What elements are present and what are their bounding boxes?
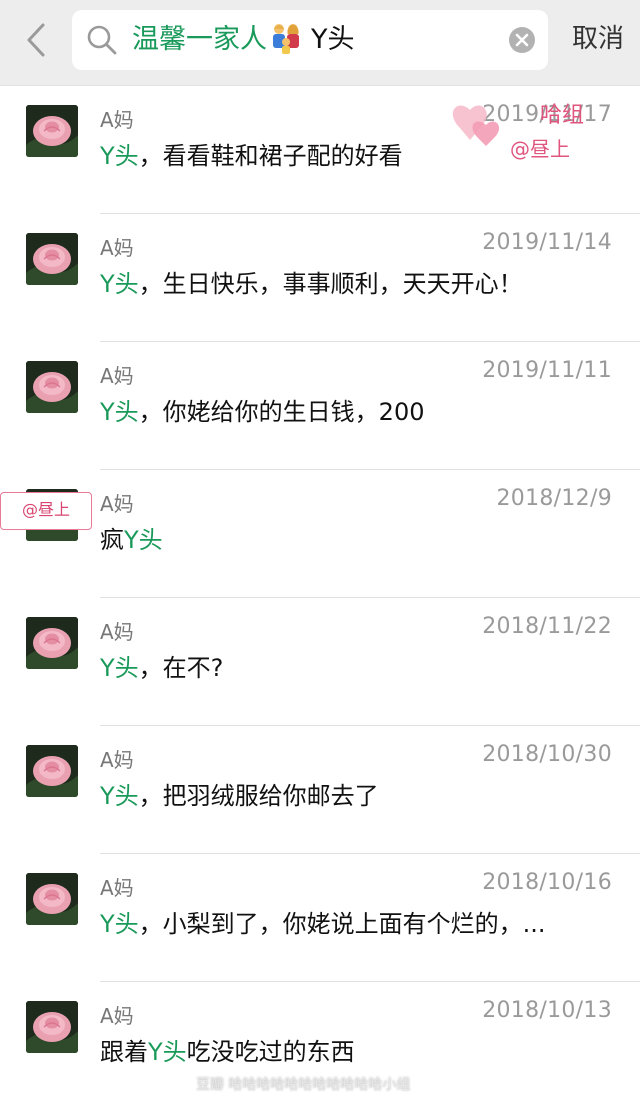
search-input[interactable]: 温馨一家人 Y头 <box>72 10 548 70</box>
heart-sticker: 哈组 @昼上 <box>452 103 584 161</box>
message-text: 跟着 <box>100 1038 148 1066</box>
family-emoji-icon <box>273 24 299 54</box>
message-preview: 疯Y头 <box>100 520 163 555</box>
highlight-keyword: Y头 <box>124 526 163 554</box>
search-query: 温馨一家人 Y头 <box>132 10 355 70</box>
list-item[interactable]: A妈 2018/11/22 Y头，在不? <box>0 598 640 726</box>
message-preview: Y头，小梨到了，你姥说上面有个烂的，... <box>100 904 546 939</box>
message-text: ，在不? <box>138 654 224 682</box>
sender-name: A妈 <box>100 364 134 388</box>
highlight-keyword: Y头 <box>100 398 139 426</box>
avatar <box>26 233 78 285</box>
sender-name: A妈 <box>100 876 134 900</box>
sender-name: A妈 <box>100 108 134 132</box>
list-item[interactable]: A妈 2018/10/16 Y头，小梨到了，你姥说上面有个烂的，... <box>0 854 640 982</box>
message-preview: Y头，在不? <box>100 648 223 683</box>
message-text: 疯 <box>100 526 124 554</box>
avatar <box>26 105 78 157</box>
message-text: ，生日快乐，事事顺利，天天开心！ <box>138 270 523 298</box>
message-preview: Y头，把羽绒服给你邮去了 <box>100 776 379 811</box>
highlight-keyword: Y头 <box>100 270 139 298</box>
sticker-text: 哈组 <box>540 103 584 128</box>
list-item[interactable]: A妈 2019/11/11 Y头，你姥给你的生日钱，200 <box>0 342 640 470</box>
highlight-keyword: Y头 <box>100 782 139 810</box>
clear-icon[interactable] <box>508 26 536 54</box>
list-item[interactable]: A妈 2018/12/9 疯Y头 <box>0 470 640 598</box>
highlight-keyword: Y头 <box>100 654 139 682</box>
chevron-left-icon[interactable] <box>18 18 54 62</box>
highlight-keyword: Y头 <box>148 1038 187 1066</box>
message-date: 2018/10/13 <box>482 998 612 1023</box>
message-preview: Y头，你姥给你的生日钱，200 <box>100 392 424 427</box>
sender-name: A妈 <box>100 1004 134 1028</box>
sender-name: A妈 <box>100 236 134 260</box>
message-preview: 跟着Y头吃没吃过的东西 <box>100 1032 355 1067</box>
sender-name: A妈 <box>100 620 134 644</box>
list-item[interactable]: A妈 2019/11/14 Y头，生日快乐，事事顺利，天天开心！ <box>0 214 640 342</box>
message-text: ，你姥给你的生日钱，200 <box>138 398 425 426</box>
message-text: 吃没吃过的东西 <box>186 1038 355 1066</box>
avatar <box>26 1001 78 1053</box>
message-date: 2018/12/9 <box>496 486 612 511</box>
search-term-group: 温馨一家人 <box>132 24 267 55</box>
search-icon <box>87 25 117 55</box>
sender-name: A妈 <box>100 492 134 516</box>
message-preview: Y头，生日快乐，事事顺利，天天开心！ <box>100 264 523 299</box>
list-item[interactable]: A妈 2018/10/30 Y头，把羽绒服给你邮去了 <box>0 726 640 854</box>
avatar <box>26 873 78 925</box>
message-text: ，把羽绒服给你邮去了 <box>138 782 379 810</box>
avatar <box>26 617 78 669</box>
message-date: 2018/11/22 <box>482 614 612 639</box>
highlight-keyword: Y头 <box>100 910 139 938</box>
message-date: 2018/10/30 <box>482 742 612 767</box>
highlight-keyword: Y头 <box>100 142 139 170</box>
cancel-button[interactable]: 取消 <box>566 0 630 80</box>
message-date: 2019/11/14 <box>482 230 612 255</box>
avatar <box>26 361 78 413</box>
avatar <box>26 745 78 797</box>
message-date: 2019/11/11 <box>482 358 612 383</box>
message-preview: Y头，看看鞋和裙子配的好看 <box>100 136 403 171</box>
sender-name: A妈 <box>100 748 134 772</box>
message-date: 2018/10/16 <box>482 870 612 895</box>
sticker-text: @昼上 <box>510 137 570 161</box>
search-term-name: Y头 <box>311 24 355 55</box>
search-results-list: A妈 2019/11/17 Y头，看看鞋和裙子配的好看 A妈 2019/11/1… <box>0 86 640 1106</box>
watermark: 豆瓣 哈哈哈哈哈哈哈哈哈哈哈小组 <box>196 1077 411 1093</box>
search-header: 温馨一家人 Y头 取消 <box>0 0 640 86</box>
message-text: ，小梨到了，你姥说上面有个烂的，... <box>138 910 546 938</box>
name-sticker: @昼上 <box>0 492 92 530</box>
message-text: ，看看鞋和裙子配的好看 <box>138 142 403 170</box>
